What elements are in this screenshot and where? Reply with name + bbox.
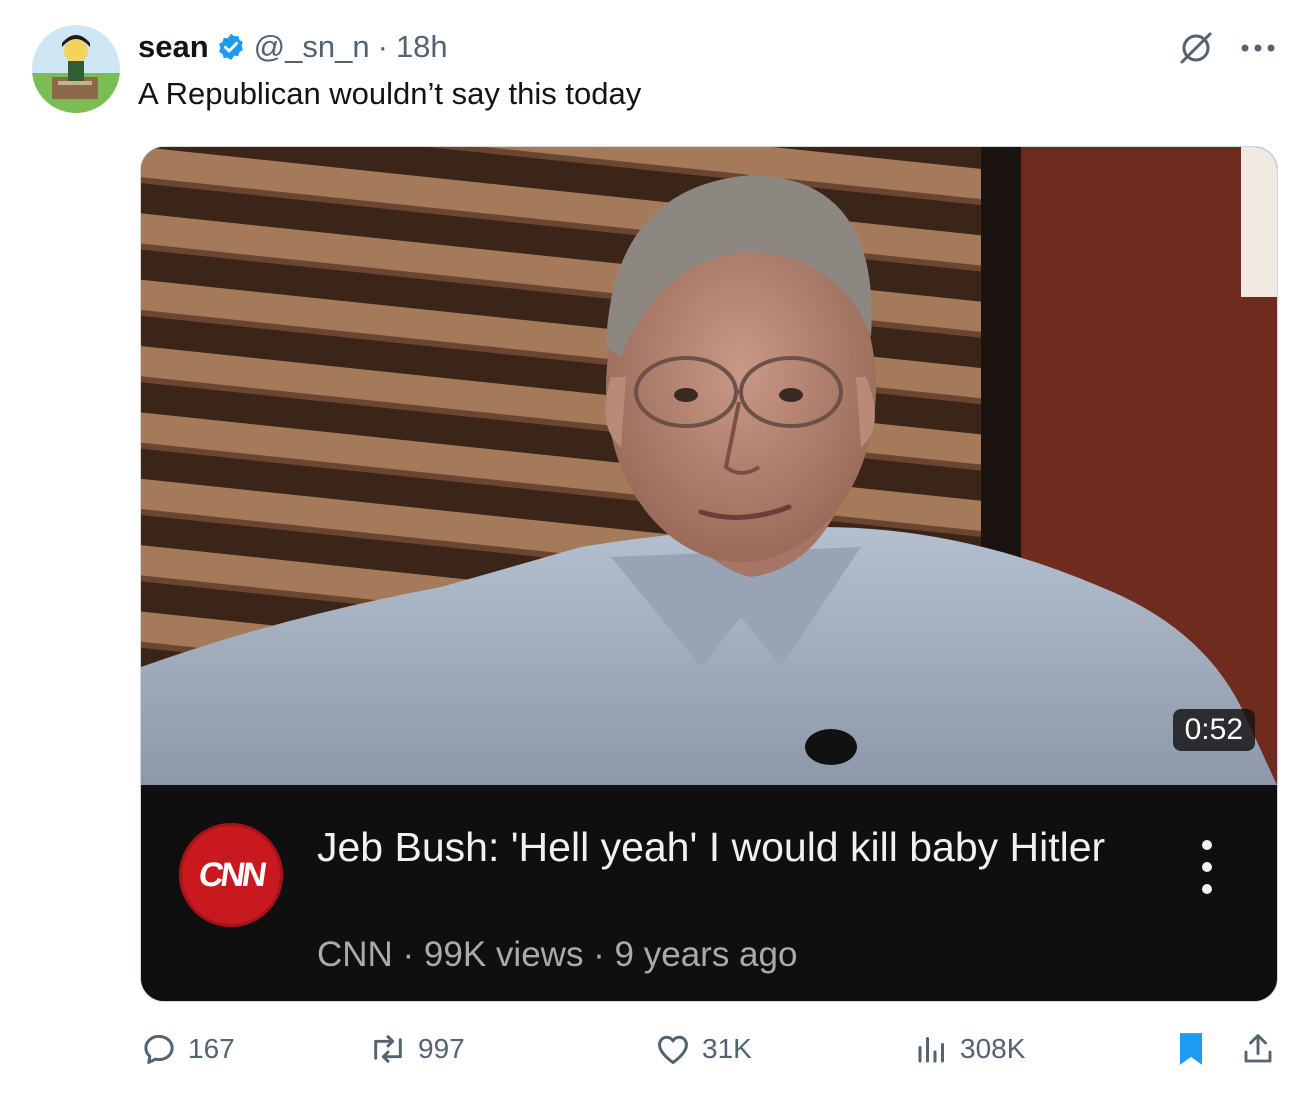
media-card[interactable]: 0:52 CNN Jeb Bush: 'Hell yeah' I would k…: [140, 146, 1278, 1002]
separator-dot: ·: [377, 29, 388, 64]
video-thumbnail[interactable]: [141, 147, 1277, 785]
handle[interactable]: @_sn_n: [254, 29, 370, 65]
views-count: 308K: [960, 1033, 1026, 1064]
reply-button[interactable]: 167: [140, 1030, 235, 1068]
like-count: 31K: [702, 1033, 752, 1064]
tweet-text: A Republican wouldn’t say this today: [138, 76, 642, 111]
grok-icon[interactable]: [1176, 28, 1216, 68]
share-icon: [1244, 1034, 1272, 1063]
reply-count: 167: [188, 1033, 235, 1064]
views-icon: [918, 1037, 944, 1063]
timestamp[interactable]: 18h: [396, 29, 448, 65]
reply-icon: [144, 1034, 174, 1064]
kebab-icon[interactable]: [1201, 837, 1213, 902]
cnn-logo[interactable]: CNN: [179, 823, 283, 927]
views-button[interactable]: 308K: [914, 1030, 1025, 1068]
cnn-logo-text: CNN: [196, 855, 267, 894]
bookmark-icon: [1179, 1033, 1203, 1065]
action-bar: 167 997 31K 308K: [140, 1030, 1280, 1074]
video-meta: CNN · 99K views · 9 years ago: [317, 935, 798, 974]
more-icon[interactable]: [1240, 43, 1276, 53]
repost-button[interactable]: 997: [368, 1030, 465, 1068]
verified-badge-icon: [218, 33, 243, 61]
display-name[interactable]: sean: [138, 29, 209, 65]
repost-icon: [374, 1035, 402, 1063]
share-button[interactable]: [1240, 1030, 1276, 1068]
like-button[interactable]: 31K: [654, 1030, 752, 1068]
tweet-header: sean @_sn_n · 18h: [138, 28, 448, 66]
video-title[interactable]: Jeb Bush: 'Hell yeah' I would kill baby …: [317, 821, 1137, 874]
video-info-bar[interactable]: CNN Jeb Bush: 'Hell yeah' I would kill b…: [141, 785, 1277, 1001]
avatar[interactable]: [32, 25, 120, 113]
like-icon: [658, 1035, 688, 1064]
repost-count: 997: [418, 1033, 465, 1064]
bookmark-button[interactable]: [1174, 1030, 1208, 1068]
top-right-icons: [1176, 28, 1276, 68]
video-duration: 0:52: [1172, 709, 1255, 751]
